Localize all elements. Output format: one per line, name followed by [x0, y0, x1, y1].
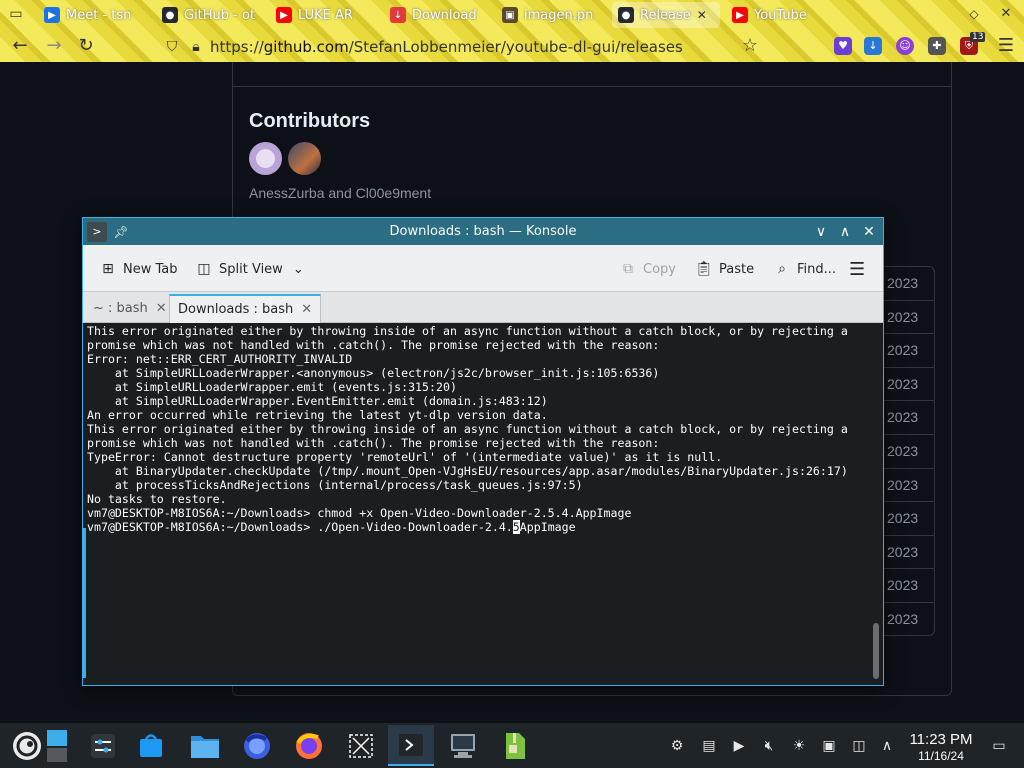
paste-icon: 📋︎ [695, 261, 713, 277]
split-view-button[interactable]: ◫ Split View ⌄ [195, 258, 304, 280]
back-button[interactable]: ← [8, 34, 32, 58]
disk-icon[interactable]: ▣ [820, 737, 838, 755]
split-view-icon: ◫ [197, 261, 211, 277]
contributors-names[interactable]: AnessZurba and Cl00e9ment [249, 185, 431, 201]
pocket-icon[interactable]: ♥ [834, 37, 852, 55]
github-icon: ● [162, 7, 178, 23]
show-desktop-icon[interactable]: ▭ [990, 737, 1008, 755]
browser-tab-imagen[interactable]: ▣ imagen.pn [496, 2, 604, 28]
browser-tab-youtube-luke[interactable]: ▶ LUKE AR [270, 2, 380, 28]
tab-overview-icon[interactable]: ▭ [4, 2, 28, 26]
konsole-window: > 📌︎ Downloads : bash — Konsole ∨ ∧ ✕ ⊞ … [82, 217, 884, 686]
show-hidden-icon[interactable]: ∧ [878, 737, 896, 755]
desktop-pager-icon[interactable] [40, 725, 76, 766]
tab-downloads-bash[interactable]: Downloads : bash ✕ [169, 294, 322, 323]
clock-time[interactable]: 11:23 PM [904, 731, 978, 748]
firefox-developer-icon[interactable] [234, 725, 280, 766]
avatar[interactable] [249, 142, 282, 175]
media-player-icon[interactable]: ▶ [730, 737, 748, 755]
search-icon: ⌕ [778, 261, 786, 277]
browser-chrome: ▭ ▶ Meet - tsn ● GitHub - ot ▶ LUKE AR ↓… [0, 0, 1024, 62]
firefox-icon[interactable] [286, 725, 332, 766]
virtual-machine-icon[interactable] [440, 725, 486, 766]
archive-manager-icon[interactable] [492, 725, 538, 766]
discover-store-icon[interactable] [128, 725, 174, 766]
reload-button[interactable]: ↻ [74, 34, 98, 58]
terminal-cursor: 5 [512, 520, 520, 534]
close-icon[interactable]: ✕ [156, 301, 167, 316]
bookmark-star-icon[interactable]: ☆ [738, 34, 762, 58]
google-meet-icon: ▶ [44, 7, 60, 23]
lock-icon[interactable]: 🔒︎ [186, 39, 206, 55]
window-close-icon[interactable]: ✕ [994, 2, 1018, 26]
minimize-icon[interactable]: ∨ [811, 222, 831, 242]
new-tab-button[interactable]: ⊞ New Tab [99, 258, 177, 280]
new-tab-icon: ⊞ [102, 261, 114, 277]
close-icon[interactable]: ✕ [697, 8, 707, 22]
konsole-titlebar[interactable]: > 📌︎ Downloads : bash — Konsole ∨ ∧ ✕ [83, 218, 883, 245]
browser-tab-meet[interactable]: ▶ Meet - tsn [38, 2, 146, 28]
browser-tab-github[interactable]: ● GitHub - ot [156, 2, 264, 28]
maximize-icon[interactable]: ∧ [835, 222, 855, 242]
menu-icon[interactable]: ☰ [994, 34, 1018, 58]
konsole-toolbar: ⊞ New Tab ◫ Split View ⌄ ⧉ Copy 📋︎ Paste… [83, 245, 883, 292]
avatar[interactable] [288, 142, 321, 175]
konsole-title: Downloads : bash — Konsole [389, 224, 577, 239]
youtube-icon: ▶ [276, 7, 292, 23]
dolphin-files-icon[interactable] [182, 725, 228, 766]
tab-home-bash[interactable]: ~ : bash ✕ [85, 294, 175, 323]
terminal-output[interactable]: This error originated either by throwing… [83, 323, 883, 685]
account-icon[interactable]: ☺ [896, 37, 914, 55]
konsole-icon[interactable] [388, 725, 434, 766]
copy-button[interactable]: ⧉ Copy [619, 258, 676, 280]
url-bar[interactable]: ⛉ 🔒︎ https://github.com/StefanLobbenmeie… [162, 33, 764, 60]
brightness-icon[interactable]: ☀ [790, 737, 808, 755]
volume-muted-icon[interactable]: 🔇︎ [760, 737, 778, 755]
extensions-icon[interactable]: ✚ [928, 37, 946, 55]
close-icon[interactable]: ✕ [859, 222, 879, 242]
spectacle-screenshot-icon[interactable] [338, 725, 384, 766]
close-icon[interactable]: ✕ [301, 302, 312, 317]
card-divider [232, 86, 952, 87]
shield-icon[interactable]: ⛉ [162, 39, 182, 55]
hamburger-menu-icon[interactable]: ☰ [849, 258, 865, 280]
browser-tab-youtube[interactable]: ▶ YouTube [726, 2, 826, 28]
youtube-icon: ▶ [732, 7, 748, 23]
terminal-scrollbar[interactable] [873, 623, 879, 679]
terminal-left-marker [83, 528, 86, 678]
chevron-down-icon: ⌄ [292, 261, 304, 277]
downloads-icon[interactable]: ↓ [864, 37, 882, 55]
kdeconnect-icon[interactable]: ⚙ [668, 737, 686, 755]
clock-date[interactable]: 11/16/24 [904, 749, 978, 763]
extension-badge: 13 [970, 32, 986, 42]
browser-tab-release[interactable]: ● Release ✕ [612, 2, 720, 28]
terminal-text: This error originated either by throwing… [87, 324, 848, 534]
browser-tab-strip: ▭ ▶ Meet - tsn ● GitHub - ot ▶ LUKE AR ↓… [0, 0, 1024, 30]
paste-button[interactable]: 📋︎ Paste [695, 258, 754, 280]
network-icon[interactable]: ◫ [850, 737, 868, 755]
image-icon: ▣ [502, 7, 518, 23]
copy-icon: ⧉ [623, 261, 633, 277]
clipboard-icon[interactable]: ▤ [700, 737, 718, 755]
github-icon: ● [618, 7, 634, 23]
contributors-title: Contributors [249, 110, 371, 132]
tab-list-icon[interactable]: ◇ [962, 2, 986, 26]
system-settings-icon[interactable] [80, 725, 126, 766]
forward-button[interactable]: → [42, 34, 66, 58]
konsole-tabbar: ~ : bash ✕ Downloads : bash ✕ [83, 292, 883, 323]
taskbar: ⚙ ▤ ▶ 🔇︎ ☀ ▣ ◫ ∧ 11:23 PM 11/16/24 ▭ [0, 723, 1024, 768]
url-row: ← → ↻ ⛉ 🔒︎ https://github.com/StefanLobb… [0, 30, 1024, 62]
find-button[interactable]: ⌕ Find... [773, 258, 836, 280]
download-icon: ↓ [390, 7, 406, 23]
prompt-line[interactable]: vm7@DESKTOP-M8IOS6A:~/Downloads> ./Open-… [87, 520, 576, 534]
browser-tab-download[interactable]: ↓ Download [384, 2, 492, 28]
